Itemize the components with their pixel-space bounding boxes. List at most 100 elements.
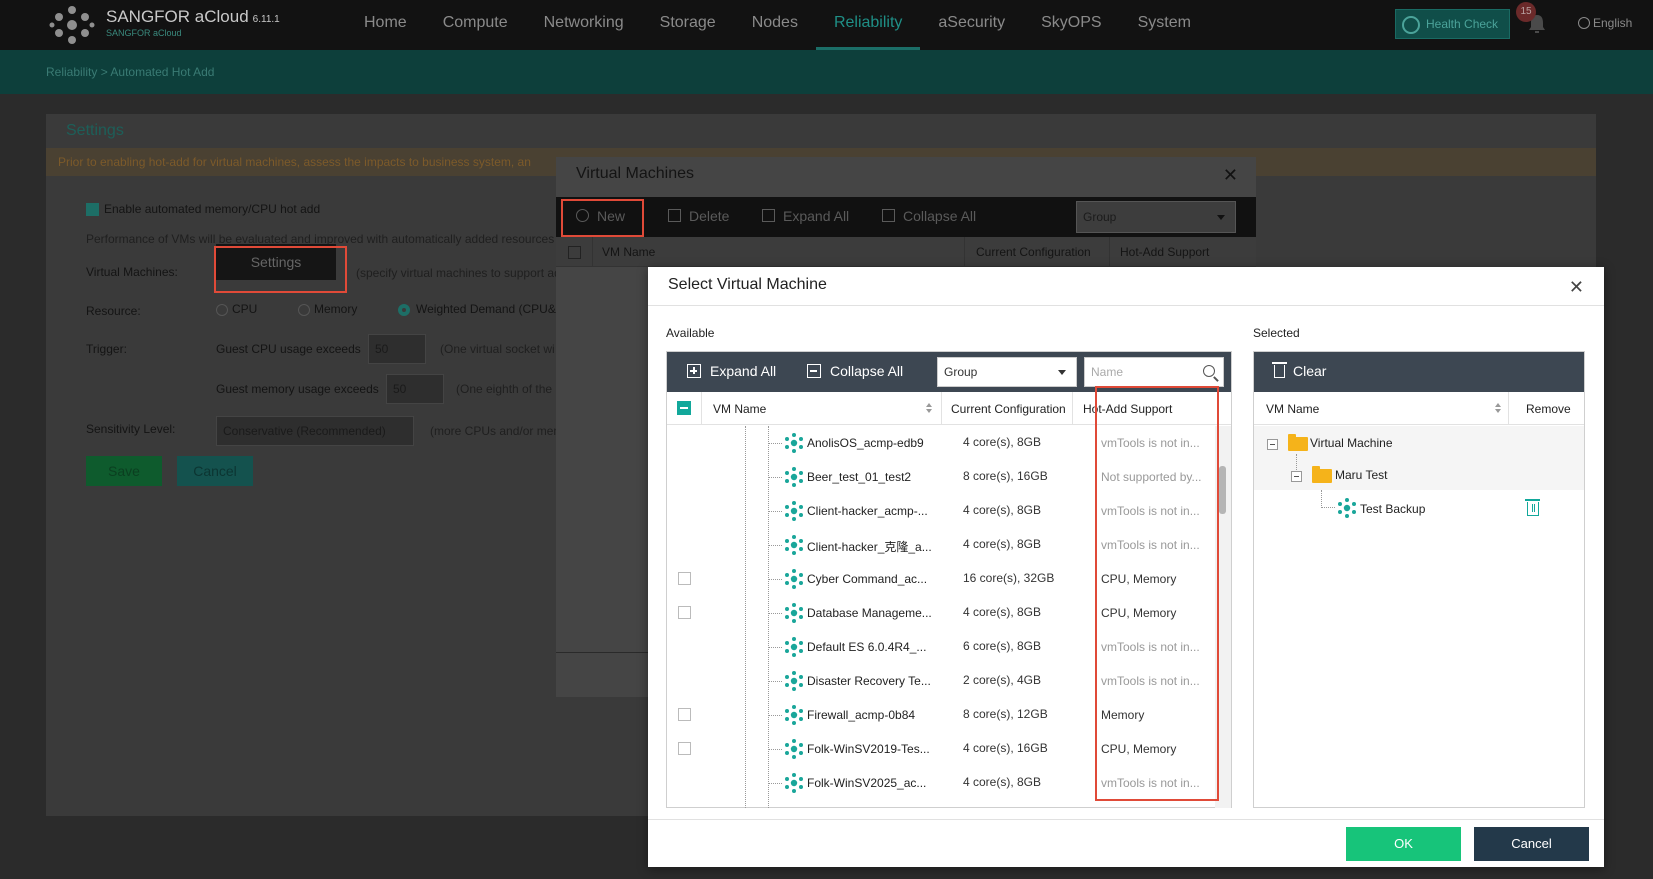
group-select-value: Group xyxy=(1083,210,1117,224)
resource-cpu-radio[interactable] xyxy=(216,304,228,316)
column-divider xyxy=(964,237,965,267)
resource-weighted-radio[interactable] xyxy=(398,304,410,316)
vm-icon xyxy=(785,603,803,623)
vm-hint: (specify virtual machines to support ad xyxy=(356,266,561,280)
vm-icon xyxy=(785,739,803,759)
cpu-threshold-input[interactable]: 50 xyxy=(368,334,426,364)
collapse-all-button[interactable]: Collapse All xyxy=(807,363,903,379)
collapse-toggle-icon[interactable] xyxy=(1267,439,1278,450)
vm-config-cell: 4 core(s), 8GB xyxy=(963,605,1042,619)
enable-hot-add-label: Enable automated memory/CPU hot add xyxy=(104,202,321,216)
breadcrumb-parent[interactable]: Reliability xyxy=(46,65,97,79)
cancel-button[interactable]: Cancel xyxy=(177,456,253,486)
row-checkbox[interactable] xyxy=(678,708,691,721)
col-remove: Remove xyxy=(1526,402,1571,416)
chevron-down-icon xyxy=(1058,370,1066,375)
vm-icon xyxy=(1338,498,1356,518)
sort-icon[interactable] xyxy=(1495,403,1501,414)
ok-button[interactable]: OK xyxy=(1346,827,1461,861)
vm-config-cell: 16 core(s), 32GB xyxy=(963,571,1055,585)
col-hot-add-support[interactable]: Hot-Add Support xyxy=(1120,245,1209,259)
available-label: Available xyxy=(666,326,715,340)
cancel-button[interactable]: Cancel xyxy=(1474,827,1589,861)
nav-system[interactable]: System xyxy=(1120,0,1209,50)
expand-all-label: Expand All xyxy=(710,363,777,379)
breadcrumb-separator: > xyxy=(100,65,108,79)
name-search-placeholder: Name xyxy=(1091,365,1124,379)
nav-compute[interactable]: Compute xyxy=(425,0,526,50)
memory-threshold-input[interactable]: 50 xyxy=(386,374,444,404)
group-select[interactable]: Group xyxy=(937,357,1077,387)
vm-name-cell: Cyber Command_ac... xyxy=(807,572,928,586)
tree-node-root[interactable]: Virtual Machine xyxy=(1254,426,1584,458)
close-icon[interactable]: ✕ xyxy=(1569,277,1584,298)
vm-config-cell: 4 core(s), 8GB xyxy=(963,775,1042,789)
folder-icon xyxy=(1288,434,1308,451)
collapse-toggle-icon[interactable] xyxy=(1291,471,1302,482)
sensitivity-select[interactable]: Conservative (Recommended) xyxy=(216,416,414,446)
nav-skyops[interactable]: SkyOPS xyxy=(1023,0,1119,50)
tree-guide-line xyxy=(1321,490,1322,508)
select-vm-title: Select Virtual Machine xyxy=(668,276,827,293)
group-select[interactable]: Group xyxy=(1076,201,1236,233)
clear-button[interactable]: Clear xyxy=(1272,362,1327,379)
select-all-checkbox[interactable] xyxy=(568,246,581,259)
col-current-config[interactable]: Current Configuration xyxy=(951,402,1066,416)
close-icon[interactable]: ✕ xyxy=(1223,165,1238,186)
language-switcher[interactable]: English xyxy=(1578,16,1632,30)
vm-config-cell: 4 core(s), 8GB xyxy=(963,537,1042,551)
resource-memory-radio[interactable] xyxy=(298,304,310,316)
remove-trash-icon[interactable] xyxy=(1525,499,1540,516)
delete-vm-button[interactable]: Delete xyxy=(668,208,729,224)
expand-icon xyxy=(687,364,701,378)
vm-config-cell: 8 core(s), 16GB xyxy=(963,469,1048,483)
tree-guide-line xyxy=(768,545,782,546)
globe-icon xyxy=(1578,17,1590,29)
nav-reliability[interactable]: Reliability xyxy=(815,0,921,50)
col-vm-name[interactable]: VM Name xyxy=(1266,402,1319,416)
col-current-config[interactable]: Current Configuration xyxy=(976,245,1091,259)
nav-asecurity[interactable]: aSecurity xyxy=(920,0,1023,50)
expand-all-button[interactable]: Expand All xyxy=(687,363,776,379)
row-checkbox[interactable] xyxy=(678,572,691,585)
sensitivity-label: Sensitivity Level: xyxy=(86,422,176,436)
tree-node-vm[interactable]: Test Backup xyxy=(1254,490,1584,528)
sort-icon[interactable] xyxy=(926,403,932,414)
expand-all-button[interactable]: Expand All xyxy=(762,208,849,224)
save-button[interactable]: Save xyxy=(86,456,162,486)
scrollbar-thumb[interactable] xyxy=(1219,466,1226,514)
search-icon[interactable] xyxy=(1203,365,1215,377)
vm-table-header: VM Name Current Configuration Hot-Add Su… xyxy=(556,237,1256,267)
col-vm-name[interactable]: VM Name xyxy=(602,245,655,259)
col-vm-name[interactable]: VM Name xyxy=(713,402,766,416)
name-search-input[interactable]: Name xyxy=(1084,357,1224,387)
hot-add-highlight-box xyxy=(1095,386,1219,801)
nav-networking[interactable]: Networking xyxy=(526,0,642,50)
collapse-all-label: Collapse All xyxy=(830,363,904,379)
tree-guide-line xyxy=(768,749,782,750)
nav-nodes[interactable]: Nodes xyxy=(734,0,816,50)
expand-all-label: Expand All xyxy=(783,208,850,224)
tree-node-group[interactable]: Maru Test xyxy=(1254,454,1584,490)
brand-name: SANGFOR aCloud xyxy=(106,7,249,26)
select-all-checkbox[interactable] xyxy=(677,401,691,415)
vm-icon xyxy=(785,705,803,725)
folder-icon xyxy=(1312,466,1332,483)
enable-hot-add-checkbox[interactable] xyxy=(86,203,99,216)
vm-config-cell: 8 core(s), 12GB xyxy=(963,707,1048,721)
vm-config-cell: 6 core(s), 8GB xyxy=(963,639,1042,653)
breadcrumb: Reliability > Automated Hot Add xyxy=(46,65,214,79)
row-checkbox[interactable] xyxy=(678,742,691,755)
health-check-button[interactable]: Health Check xyxy=(1395,9,1510,39)
vm-icon xyxy=(785,501,803,521)
vm-name-cell: Client-hacker_acmp-... xyxy=(807,504,928,518)
notification-badge: 15 xyxy=(1516,2,1536,22)
nav-storage[interactable]: Storage xyxy=(642,0,734,50)
clear-label: Clear xyxy=(1293,363,1327,379)
resource-cpu-label: CPU xyxy=(232,302,258,316)
memory-trigger-hint: (One eighth of the xyxy=(456,382,553,396)
nav-home[interactable]: Home xyxy=(346,0,425,50)
collapse-all-button[interactable]: Collapse All xyxy=(882,208,976,224)
row-checkbox[interactable] xyxy=(678,606,691,619)
tree-guide-line xyxy=(768,579,782,580)
